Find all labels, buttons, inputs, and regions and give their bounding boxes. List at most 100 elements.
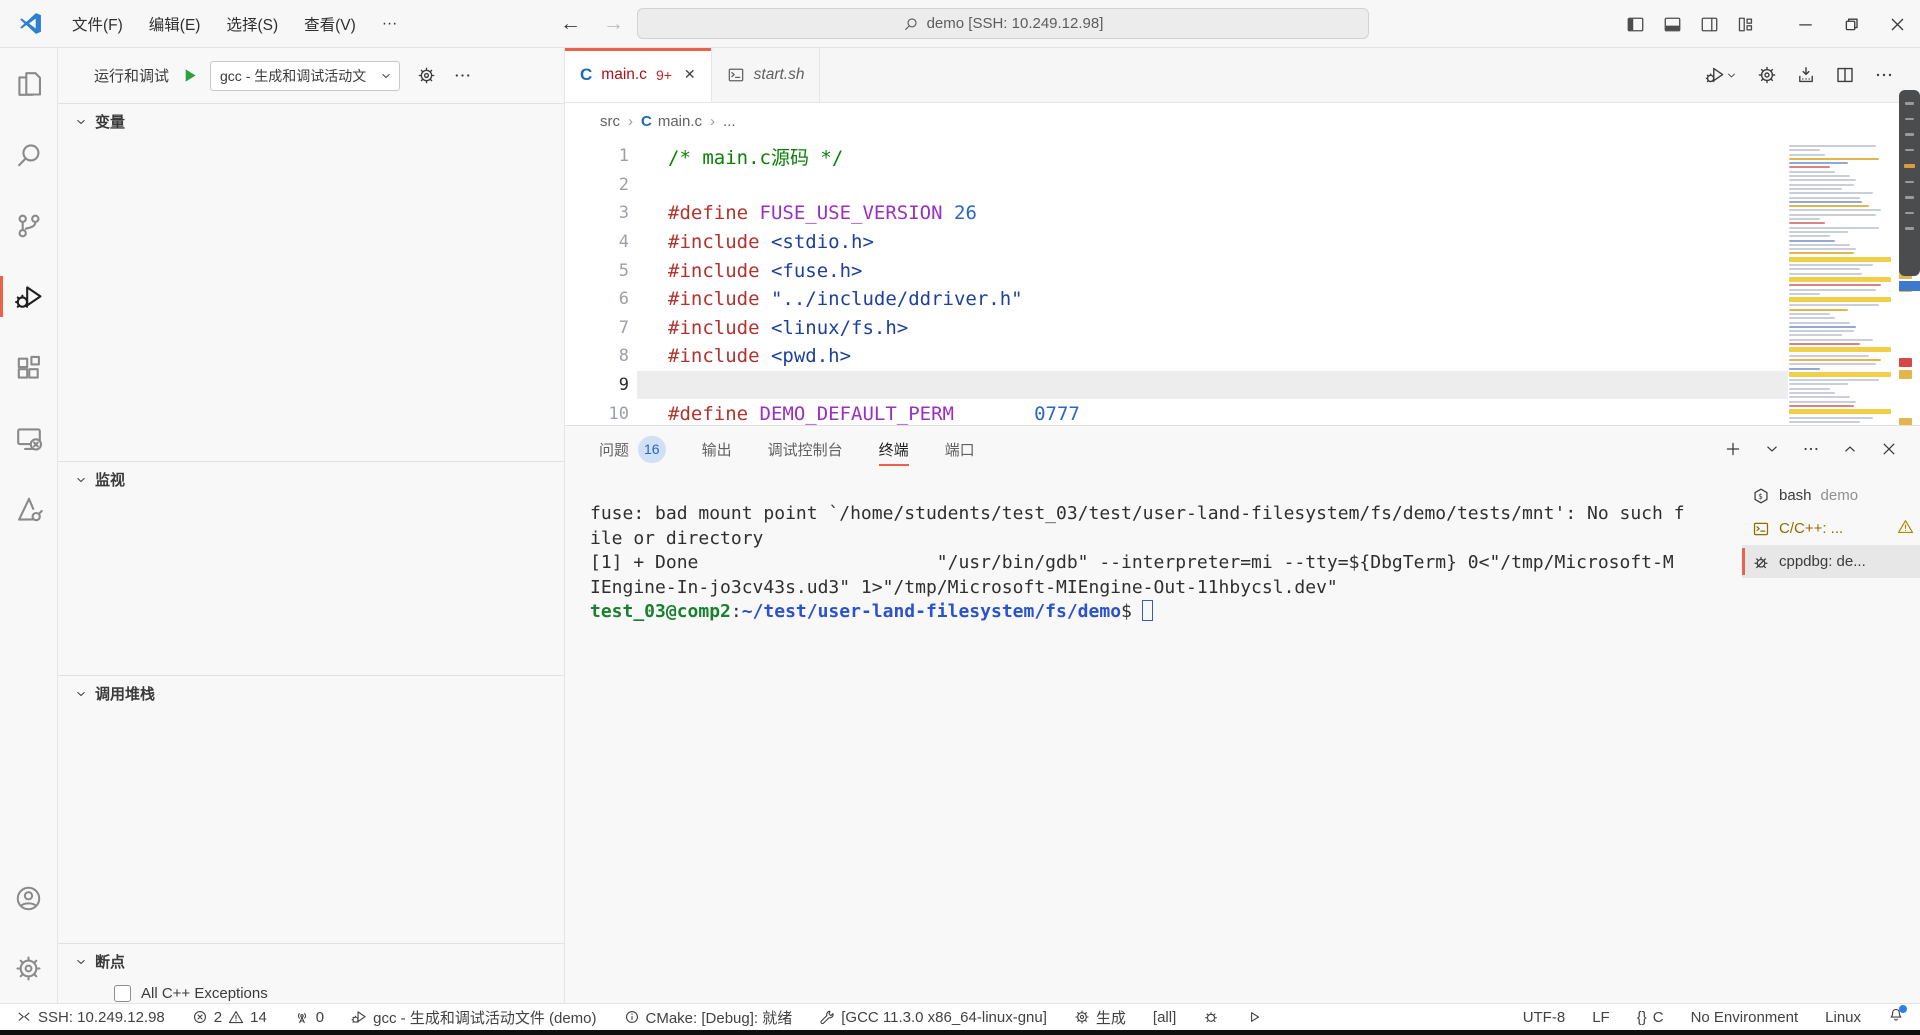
- activity-item-cmake[interactable]: [0, 474, 57, 545]
- tab-start.sh[interactable]: start.sh: [712, 48, 821, 102]
- tab-close-button[interactable]: ✕: [684, 66, 696, 83]
- panel-action-chevron-down[interactable]: [1763, 440, 1781, 458]
- statusbar-eol[interactable]: LF: [1592, 1009, 1610, 1026]
- activity-item-search[interactable]: [0, 119, 57, 190]
- panel-tab-输出[interactable]: 输出: [702, 426, 732, 472]
- statusbar-problems[interactable]: 214: [192, 1009, 267, 1026]
- restore-button[interactable]: [1828, 0, 1874, 48]
- activity-item-source-control[interactable]: [0, 190, 57, 261]
- settings-icon: [14, 954, 43, 983]
- activity-item-run-and-debug[interactable]: [0, 261, 57, 332]
- statusbar-cmake-debug[interactable]: [1203, 1009, 1219, 1025]
- statusbar-cmake-build[interactable]: 生成: [1074, 1007, 1126, 1028]
- activity-item-settings[interactable]: [0, 933, 57, 1003]
- token: "../include/ddriver.h": [771, 288, 1023, 310]
- statusbar-os[interactable]: Linux: [1825, 1009, 1861, 1026]
- minimap-line: [1789, 330, 1854, 332]
- gear-icon: [1074, 1009, 1090, 1025]
- statusbar-cmake-status[interactable]: CMake: [Debug]: 就绪: [624, 1007, 793, 1028]
- statusbar-language[interactable]: {}C: [1637, 1009, 1664, 1026]
- token: #include: [668, 317, 760, 339]
- warning-icon: [1897, 518, 1914, 539]
- minimap-line: [1789, 149, 1820, 151]
- ruler-mark: [1899, 418, 1912, 425]
- terminal-session-bash[interactable]: $bashdemo: [1742, 479, 1920, 512]
- panel-tab-调试控制台[interactable]: 调试控制台: [768, 426, 843, 472]
- menu-item-0[interactable]: 文件(F): [59, 9, 136, 39]
- breadcrumb-item-main.c[interactable]: Cmain.c: [641, 113, 702, 130]
- command-center-search[interactable]: demo [SSH: 10.249.12.98]: [637, 8, 1369, 39]
- statusbar-ports[interactable]: 0: [294, 1009, 324, 1026]
- debug-toolbar: 运行和调试 gcc - 生成和调试活动文: [58, 48, 564, 103]
- tab-main.c[interactable]: Cmain.c9+✕: [565, 48, 712, 102]
- toggle-secondary-sidebar-button[interactable]: [1700, 15, 1719, 34]
- panel-action-chevron-up[interactable]: [1841, 440, 1859, 458]
- code-editor[interactable]: 1/* main.c源码 */23#define FUSE_USE_VERSIO…: [565, 139, 1920, 425]
- minimap-line: [1789, 417, 1873, 419]
- editor-action-gear[interactable]: [1757, 65, 1777, 85]
- start-debug-button[interactable]: [180, 66, 199, 85]
- minimap[interactable]: [1789, 145, 1891, 425]
- debug-more-actions[interactable]: [453, 66, 472, 85]
- editor-action-split-editor[interactable]: [1835, 65, 1855, 85]
- breadcrumb-label: ...: [723, 113, 736, 130]
- section-header-调用堆栈[interactable]: 调用堆栈: [58, 676, 564, 711]
- forward-button[interactable]: →: [603, 12, 624, 36]
- close-button[interactable]: [1874, 0, 1920, 48]
- cmake-icon: [14, 495, 44, 525]
- debug-config-select[interactable]: gcc - 生成和调试活动文: [210, 61, 400, 91]
- customize-layout-button[interactable]: [1737, 15, 1756, 34]
- activity-item-extensions[interactable]: [0, 332, 57, 403]
- gear-icon: [1757, 65, 1777, 85]
- menu-more-button[interactable]: ···: [369, 9, 411, 39]
- menu-item-1[interactable]: 编辑(E): [136, 9, 214, 39]
- terminal-session-C/C++: ...[interactable]: C/C++: ...: [1742, 512, 1920, 545]
- statusbar-encoding[interactable]: UTF-8: [1523, 1009, 1566, 1026]
- statusbar-debug-launch[interactable]: gcc - 生成和调试活动文件 (demo): [351, 1007, 596, 1028]
- statusbar-notifications[interactable]: [1888, 1007, 1904, 1027]
- editor-scrollbar-thumb[interactable]: [1899, 90, 1920, 276]
- breadcrumb-item-src[interactable]: src: [600, 113, 620, 130]
- toggle-sidebar-button[interactable]: [1626, 15, 1645, 34]
- debug-config-label: gcc - 生成和调试活动文: [220, 66, 379, 86]
- menu-item-3[interactable]: 查看(V): [291, 9, 369, 39]
- toggle-panel-button[interactable]: [1663, 15, 1682, 34]
- breakpoint-row[interactable]: All C++ Exceptions: [58, 979, 564, 1007]
- exception-checkbox[interactable]: [114, 985, 131, 1002]
- panel-tab-端口[interactable]: 端口: [945, 426, 975, 472]
- statusbar-remote-indicator[interactable]: SSH: 10.249.12.98: [16, 1009, 165, 1026]
- menu-item-2[interactable]: 选择(S): [213, 9, 291, 39]
- statusbar-cmake-kit[interactable]: [GCC 11.3.0 x86_64-linux-gnu]: [819, 1009, 1047, 1026]
- activity-item-account[interactable]: [0, 863, 57, 933]
- terminal-output[interactable]: fuse: bad mount point `/home/students/te…: [565, 472, 1742, 1003]
- minimize-icon: [1796, 15, 1815, 34]
- panel-action-plus[interactable]: [1724, 440, 1742, 458]
- section-header-监视[interactable]: 监视: [58, 462, 564, 497]
- panel-action-more[interactable]: [1802, 440, 1820, 458]
- debug-settings-gear[interactable]: [417, 66, 436, 85]
- vscode-window: 文件(F)编辑(E)选择(S)查看(V)··· ← → demo [SSH: 1…: [0, 0, 1920, 1035]
- panel-action-close[interactable]: [1880, 440, 1898, 458]
- activity-item-remote-explorer[interactable]: [0, 403, 57, 474]
- search-icon: [903, 16, 919, 32]
- terminal-session-cppdbg: de...[interactable]: cppdbg: de...: [1742, 545, 1920, 578]
- token: #include: [668, 260, 760, 282]
- problems-count-badge: 16: [638, 436, 666, 463]
- warning-icon: [228, 1009, 244, 1025]
- editor-action-more[interactable]: [1874, 65, 1894, 85]
- back-button[interactable]: ←: [560, 12, 581, 36]
- statusbar-build-target[interactable]: [all]: [1153, 1009, 1176, 1026]
- panel-tab-问题[interactable]: 问题16: [599, 426, 666, 472]
- editor-action-debug-run[interactable]: [1705, 65, 1738, 85]
- run-and-debug-icon: [14, 282, 44, 312]
- editor-action-install[interactable]: [1796, 65, 1816, 85]
- activity-item-explorer[interactable]: [0, 48, 57, 119]
- panel-tab-终端[interactable]: 终端: [879, 426, 909, 472]
- statusbar-cmake-run[interactable]: [1246, 1009, 1262, 1025]
- minimize-button[interactable]: [1782, 0, 1828, 48]
- statusbar-environment[interactable]: No Environment: [1691, 1009, 1799, 1026]
- section-label: 调用堆栈: [95, 683, 155, 704]
- section-header-断点[interactable]: 断点: [58, 944, 564, 979]
- breadcrumb-item-...[interactable]: ...: [723, 113, 736, 130]
- section-header-变量[interactable]: 变量: [58, 104, 564, 139]
